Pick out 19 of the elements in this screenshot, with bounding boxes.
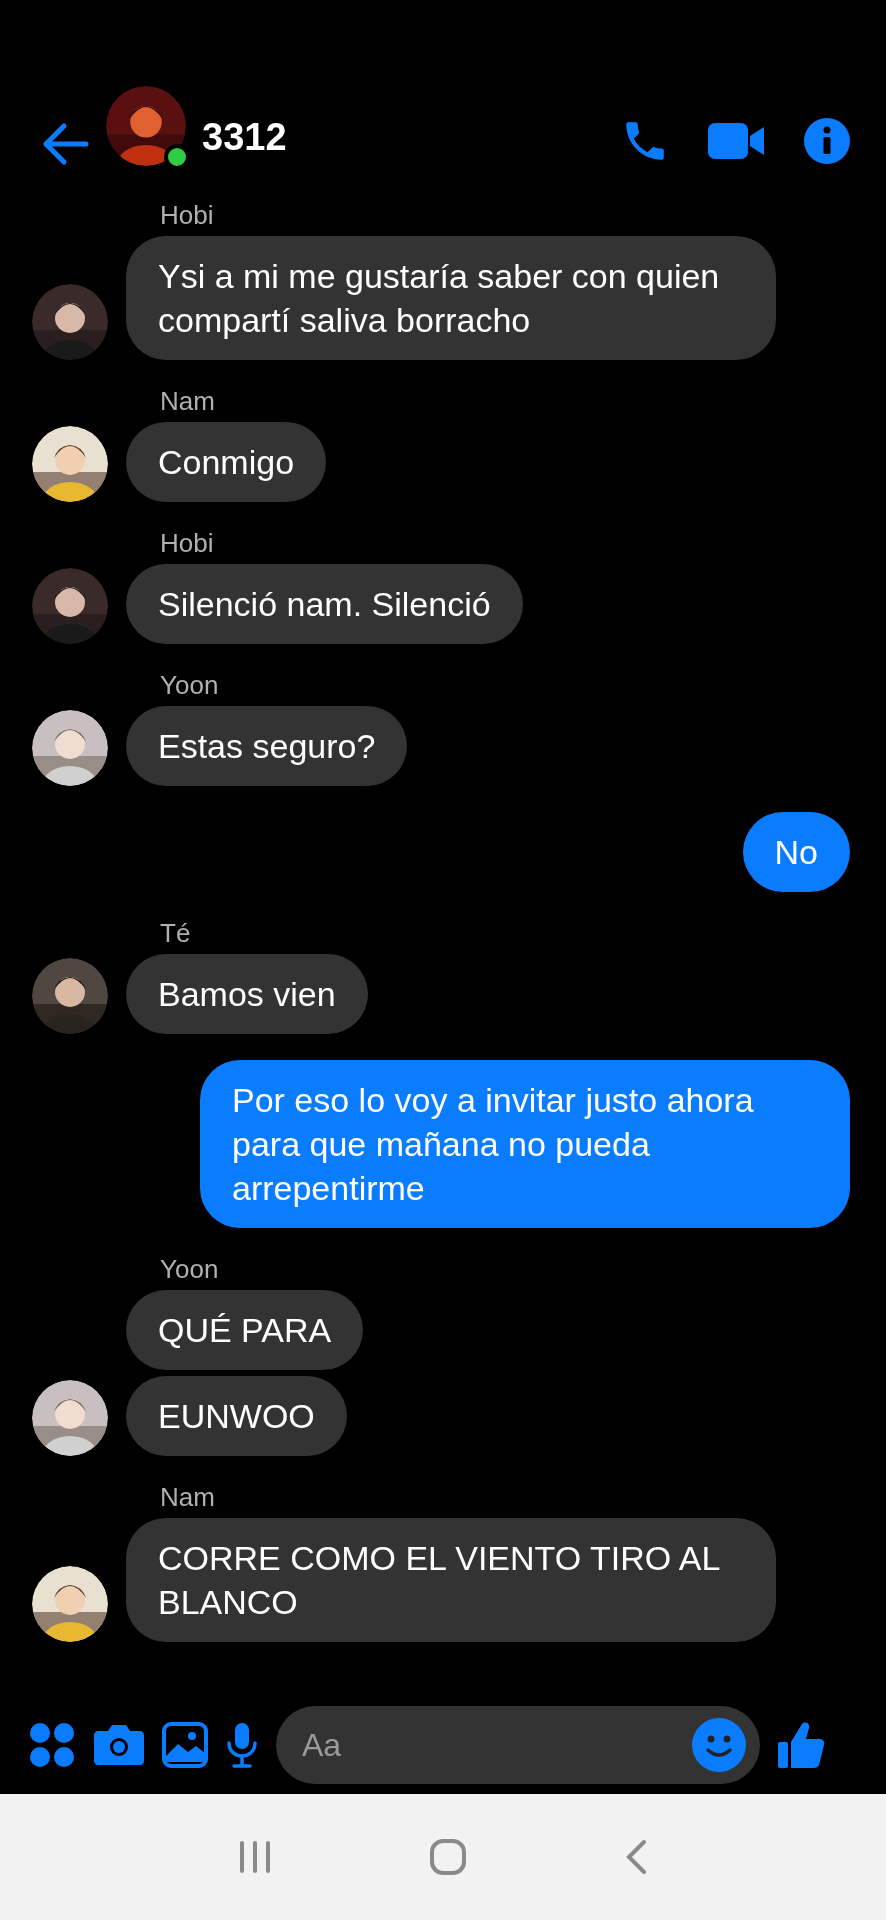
message-bubble: Silenció nam. Silenció xyxy=(126,564,523,644)
sender-name: Nam xyxy=(160,386,216,416)
message-bubble: Bamos vien xyxy=(126,954,368,1034)
sender-name: Yoon xyxy=(160,670,220,700)
message-bubble: Por eso lo voy a invitar justo ahora para que mañana no pueda arrepentirme xyxy=(200,1060,850,1228)
message-bubble: Ysi a mi me gustaría saber con quien compartí saliva borracho xyxy=(126,236,776,360)
chat-title: 3312 xyxy=(202,115,287,160)
message-bubble: QUÉ PARA xyxy=(126,1290,364,1370)
sender-name: Nam xyxy=(160,1482,216,1512)
message-bubble: No xyxy=(742,812,850,892)
message-bubble: CORRE COMO EL VIENTO TIRO AL BLANCO xyxy=(126,1518,776,1642)
sender-name: Hobi xyxy=(160,200,215,230)
sender-name: Té xyxy=(160,918,192,948)
message-bubble: Conmigo xyxy=(126,422,327,502)
message-bubble: EUNWOO xyxy=(126,1376,347,1456)
message-input[interactable]: Aa xyxy=(276,1706,760,1784)
sender-name: Hobi xyxy=(160,528,215,558)
message-bubble: Estas seguro? xyxy=(126,706,408,786)
sender-name: Yoon xyxy=(160,1254,220,1284)
